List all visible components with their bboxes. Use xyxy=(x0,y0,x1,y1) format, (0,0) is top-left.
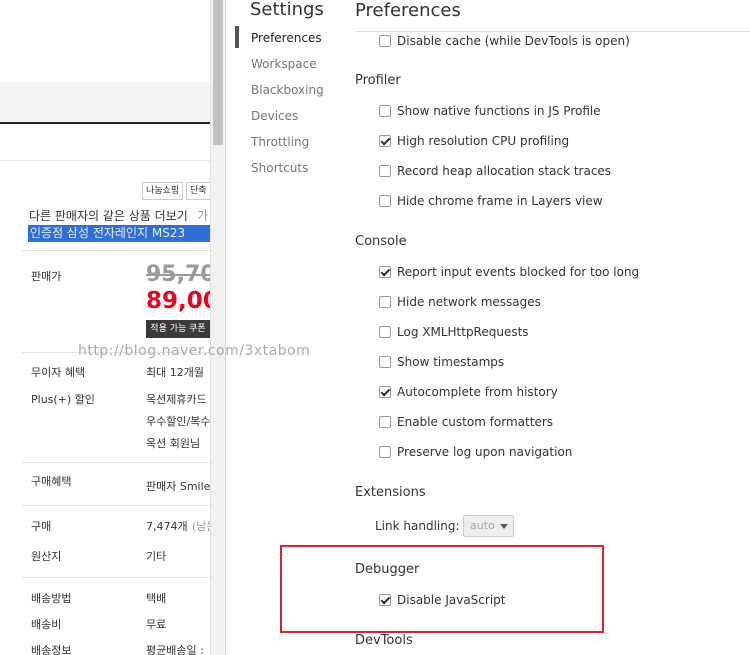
option-disable-cache[interactable]: Disable cache (while DevTools is open) xyxy=(379,33,630,49)
option-autocomplete-history[interactable]: Autocomplete from history xyxy=(379,384,558,400)
row-value: 옥션제휴카드 xyxy=(146,393,207,406)
checkbox[interactable] xyxy=(379,386,391,398)
section-profiler-title: Profiler xyxy=(355,73,401,88)
page-divider xyxy=(0,122,210,124)
checkbox[interactable] xyxy=(379,446,391,458)
option-hide-network-messages[interactable]: Hide network messages xyxy=(379,294,541,310)
row-label: Plus(+) 할인 xyxy=(31,393,95,406)
row-value: 최대 12개월 xyxy=(146,366,204,379)
original-price: 95,70 xyxy=(146,262,210,287)
page-header-band xyxy=(0,82,210,122)
link-handling-value: auto xyxy=(470,519,495,532)
section-console-title: Console xyxy=(355,234,407,249)
option-label: Preserve log upon navigation xyxy=(397,445,573,459)
row-value: 택배 xyxy=(146,592,167,605)
product-title-selected: 인증점 삼성 전자레인지 MS23 xyxy=(28,225,210,242)
option-label: Hide chrome frame in Layers view xyxy=(397,194,603,208)
checkbox[interactable] xyxy=(379,266,391,278)
row-divider xyxy=(22,462,210,463)
row-value: 판매자 Smile xyxy=(146,480,210,493)
link-handling-label: Link handling: xyxy=(375,519,460,533)
chevron-down-icon xyxy=(500,524,508,529)
nav-shortcuts[interactable]: Shortcuts xyxy=(251,161,308,175)
option-label: Enable custom formatters xyxy=(397,415,554,429)
preferences-title: Preferences xyxy=(355,0,461,21)
checkbox[interactable] xyxy=(379,165,391,177)
option-show-native-functions[interactable]: Show native functions in JS Profile xyxy=(379,103,601,119)
price-label: 판매가 xyxy=(31,270,62,283)
row-label: 무이자 혜택 xyxy=(31,366,86,379)
settings-title: Settings xyxy=(250,0,324,20)
option-label: High resolution CPU profiling xyxy=(397,134,570,148)
link-handling-select[interactable]: auto xyxy=(463,515,514,537)
row-extra: (남은 xyxy=(192,520,210,533)
option-label: Log XMLHttpRequests xyxy=(397,325,529,339)
checkbox[interactable] xyxy=(379,296,391,308)
row-divider xyxy=(22,250,210,251)
row-label: 배송비 xyxy=(31,618,62,631)
section-extensions-title: Extensions xyxy=(355,485,426,500)
checkbox[interactable] xyxy=(379,416,391,428)
row-label: 배송정보 xyxy=(31,644,72,655)
row-value: 무료 xyxy=(146,618,167,631)
option-label: Hide network messages xyxy=(397,295,541,309)
sale-price: 89,00 xyxy=(146,288,210,314)
option-record-heap-allocation[interactable]: Record heap allocation stack traces xyxy=(379,163,611,179)
option-show-timestamps[interactable]: Show timestamps xyxy=(379,354,504,370)
checkbox[interactable] xyxy=(379,356,391,368)
option-report-input-events[interactable]: Report input events blocked for too long xyxy=(379,264,639,280)
option-label: Show timestamps xyxy=(397,355,505,369)
page-scrollbar-thumb[interactable] xyxy=(213,0,223,145)
row-value: 기타 xyxy=(146,550,167,563)
nav-devices[interactable]: Devices xyxy=(251,109,298,123)
nav-throttling[interactable]: Throttling xyxy=(251,135,309,149)
option-label: Record heap allocation stack traces xyxy=(397,164,612,178)
checkbox[interactable] xyxy=(379,135,391,147)
option-custom-formatters[interactable]: Enable custom formatters xyxy=(379,414,553,430)
preferences-divider xyxy=(355,31,750,32)
row-value: 평균배송일 : xyxy=(146,644,204,655)
checkbox[interactable] xyxy=(379,105,391,117)
compare-hint: 가 xyxy=(197,209,209,223)
option-label: Autocomplete from history xyxy=(397,385,558,399)
row-value: 옥션 회원님 xyxy=(146,437,201,450)
nav-preferences[interactable]: Preferences xyxy=(251,31,322,45)
page-thin-divider xyxy=(0,160,210,161)
option-log-xmlhttprequests[interactable]: Log XMLHttpRequests xyxy=(379,324,529,340)
devtools-edge xyxy=(225,0,234,655)
row-value: 7,474개 xyxy=(146,520,188,533)
row-divider xyxy=(22,505,210,506)
row-label: 구매 xyxy=(31,520,52,533)
row-label: 배송방법 xyxy=(31,592,72,605)
option-label: Report input events blocked for too long xyxy=(397,265,640,279)
active-nav-indicator xyxy=(235,26,239,48)
option-high-res-cpu-profiling[interactable]: High resolution CPU profiling xyxy=(379,133,569,149)
option-hide-chrome-frame[interactable]: Hide chrome frame in Layers view xyxy=(379,193,603,209)
tag-button-shortcut[interactable]: 단축 xyxy=(186,182,210,200)
page-scrollbar[interactable] xyxy=(210,0,225,655)
row-label: 원산지 xyxy=(31,550,62,563)
nav-workspace[interactable]: Workspace xyxy=(251,57,317,71)
checkbox[interactable] xyxy=(379,195,391,207)
row-value: 우수할인/복수 xyxy=(146,415,210,428)
checkbox[interactable] xyxy=(379,326,391,338)
row-label: 구매혜택 xyxy=(31,475,72,488)
row-divider xyxy=(22,577,210,578)
blog-watermark: http://blog.naver.com/3xtabom xyxy=(78,343,311,359)
shopping-page: 나눔쇼핑 단축 다른 판매자의 같은 상품 더보기 가 인증점 삼성 전자레인지… xyxy=(0,0,210,655)
option-label: Disable cache (while DevTools is open) xyxy=(397,34,630,48)
highlight-box xyxy=(280,545,604,633)
option-label: Show native functions in JS Profile xyxy=(397,104,601,118)
compare-sellers-link[interactable]: 다른 판매자의 같은 상품 더보기 xyxy=(29,207,188,224)
tag-button-sharing[interactable]: 나눔쇼핑 xyxy=(142,182,184,200)
checkbox[interactable] xyxy=(379,35,391,47)
nav-blackboxing[interactable]: Blackboxing xyxy=(251,83,324,97)
coupon-button[interactable]: 적용 가능 쿠폰 xyxy=(146,320,210,338)
option-preserve-log[interactable]: Preserve log upon navigation xyxy=(379,444,572,460)
section-devtools-title: DevTools xyxy=(355,633,413,648)
